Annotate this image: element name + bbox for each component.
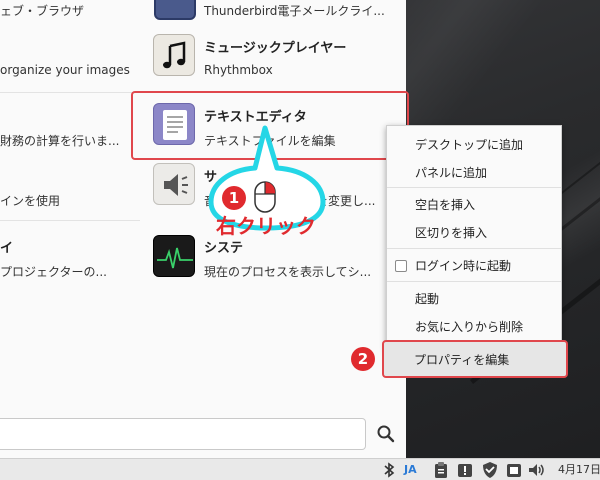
ctx-add-to-desktop[interactable]: デスクトップに追加 [415,136,523,153]
ctx-divider [387,248,561,249]
left-item-finance-desc[interactable]: 財務の計算を行いま... [0,132,119,149]
left-item-images-desc[interactable]: organize your images [0,63,130,77]
ctx-insert-space[interactable]: 空白を挿入 [415,196,475,213]
ctx-launch-at-login[interactable]: ログイン時に起動 [415,257,511,274]
mail-icon[interactable] [154,0,196,20]
app-subtitle-system-monitor[interactable]: 現在のプロセスを表示してシ... [204,263,371,280]
search-icon[interactable] [372,420,400,448]
step-1-badge: 1 [222,186,246,210]
app-subtitle-music[interactable]: Rhythmbox [204,63,273,77]
taskbar: JA 4月17日 [0,458,600,480]
left-item-projector-desc[interactable]: プロジェクターの... [0,263,107,280]
mouse-icon [254,181,276,213]
volume-icon[interactable] [527,461,547,479]
ctx-divider [387,187,561,188]
clipboard-icon[interactable] [433,461,449,479]
speaker-icon[interactable] [153,163,195,205]
shield-icon[interactable] [481,461,499,479]
app-subtitle-mail[interactable]: Thunderbird電子メールクライ... [204,2,385,19]
ctx-launch[interactable]: 起動 [415,290,439,307]
left-item-input-desc[interactable]: インを使用 [0,192,60,209]
divider [0,220,140,221]
ctx-remove-favorite[interactable]: お気に入りから削除 [415,318,523,335]
step-2-badge: 2 [351,347,375,371]
ctx-edit-properties-highlight[interactable]: プロパティを編集 [382,340,568,378]
left-item-browser-desc[interactable]: ェブ・ブラウザ [0,2,84,19]
music-note-icon[interactable] [153,34,195,76]
ctx-add-to-panel[interactable]: パネルに追加 [415,164,487,181]
context-menu: デスクトップに追加 パネルに追加 空白を挿入 区切りを挿入 ログイン時に起動 起… [386,125,562,350]
app-title-system-monitor[interactable]: システ [204,237,243,256]
ctx-edit-properties[interactable]: プロパティを編集 [414,351,509,368]
bluetooth-icon[interactable] [382,461,396,479]
launch-at-login-checkbox[interactable] [395,260,407,272]
ctx-insert-separator[interactable]: 区切りを挿入 [415,224,487,241]
search-input[interactable] [0,418,366,450]
ctx-divider [387,281,561,282]
left-item-display-title[interactable]: イ [0,237,13,256]
app-title-music[interactable]: ミュージックプレイヤー [204,37,346,56]
input-method-indicator[interactable]: JA [404,461,417,479]
update-notice-icon[interactable] [456,461,474,479]
divider [0,92,140,93]
window-icon[interactable] [505,461,523,479]
system-monitor-icon[interactable] [153,235,195,277]
right-click-label: 右クリック [216,214,316,238]
clock-date[interactable]: 4月17日 [558,461,600,479]
application-menu: ェブ・ブラウザ organize your images 財務の計算を行いま..… [0,0,406,458]
